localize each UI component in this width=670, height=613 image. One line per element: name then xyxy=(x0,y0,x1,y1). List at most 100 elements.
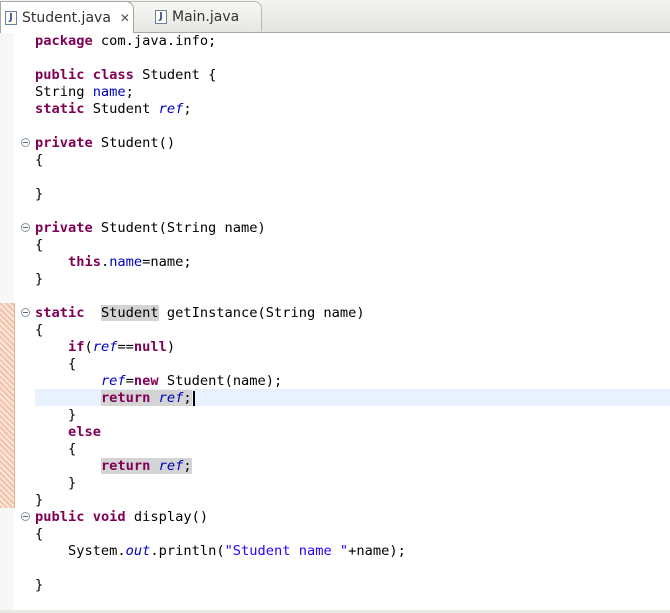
code-text: String xyxy=(35,84,93,100)
code-line: } xyxy=(35,407,76,424)
code-line: if(ref==null) xyxy=(35,339,175,356)
keyword: if xyxy=(67,339,85,355)
tab-student-java[interactable]: J Student.java ✕ xyxy=(0,1,134,33)
string-literal: "Student name " xyxy=(224,543,349,559)
keyword: else xyxy=(67,424,101,440)
code-text: { xyxy=(35,356,77,372)
static-field: ref xyxy=(158,458,184,474)
code-text: . xyxy=(100,254,110,270)
static-field: ref xyxy=(158,390,184,406)
code-line: return ref; xyxy=(35,458,192,475)
code-line: public void display() xyxy=(35,509,208,526)
code-text: Student xyxy=(84,101,159,117)
fold-collapse-icon[interactable] xyxy=(21,223,30,232)
code-line: { xyxy=(35,526,43,543)
code-text: com.java.info; xyxy=(92,33,217,49)
code-text: { xyxy=(35,152,44,168)
quick-diff-change-marker[interactable] xyxy=(0,303,15,508)
field: name xyxy=(109,254,143,270)
keyword: public xyxy=(35,509,85,525)
code-line: static Student ref; xyxy=(35,101,192,118)
code-line: return ref; xyxy=(35,390,195,407)
keyword: private xyxy=(35,135,93,151)
keyword: void xyxy=(92,509,126,525)
code-line: ref=new Student(name); xyxy=(35,373,282,390)
text-caret xyxy=(192,390,195,406)
keyword: null xyxy=(133,339,167,355)
code-text: ; xyxy=(183,101,192,117)
field: name xyxy=(92,84,126,100)
code-line: static Student getInstance(String name) xyxy=(35,305,365,322)
editor-tab-bar: J Student.java ✕ J Main.java xyxy=(0,0,670,33)
code-line: else xyxy=(35,424,101,441)
code-text: = xyxy=(125,373,134,389)
code-text: } xyxy=(35,407,77,423)
fold-collapse-icon[interactable] xyxy=(21,138,30,147)
keyword: return xyxy=(100,458,151,474)
keyword: public xyxy=(35,67,85,83)
code-text: =name; xyxy=(142,254,192,270)
code-line: System.out.println("Student name "+name)… xyxy=(35,543,406,560)
static-field: ref xyxy=(100,373,126,389)
code-text: ) xyxy=(166,339,176,355)
code-text: getInstance(String name) xyxy=(158,305,365,321)
code-line: private Student() xyxy=(35,135,175,152)
keyword: private xyxy=(35,220,93,236)
keyword: static xyxy=(35,305,85,321)
code-line: public class Student { xyxy=(35,67,216,84)
tab-main-java[interactable]: J Main.java xyxy=(128,1,262,31)
code-text: Student() xyxy=(92,135,176,151)
fold-collapse-icon[interactable] xyxy=(21,308,30,317)
code-text: ( xyxy=(84,339,93,355)
keyword: return xyxy=(100,390,151,406)
code-text: ; xyxy=(183,458,192,474)
fold-collapse-icon[interactable] xyxy=(21,512,30,521)
keyword: new xyxy=(133,373,159,389)
static-field: ref xyxy=(92,339,118,355)
code-line: } xyxy=(35,186,43,203)
occurrence-highlight: Student xyxy=(100,305,159,321)
java-file-icon: J xyxy=(155,9,167,24)
code-text: { xyxy=(35,526,44,542)
code-text: System. xyxy=(35,543,126,559)
code-line: { xyxy=(35,356,76,373)
keyword: static xyxy=(35,101,85,117)
code-text: ; xyxy=(183,390,192,406)
code-text: { xyxy=(35,322,44,338)
close-icon[interactable]: ✕ xyxy=(120,11,130,25)
code-text: } xyxy=(35,475,77,491)
code-text: Student(String name) xyxy=(92,220,266,236)
code-text: .println( xyxy=(150,543,225,559)
code-line: { xyxy=(35,152,43,169)
code-text: } xyxy=(35,186,44,202)
code-line: } xyxy=(35,577,43,594)
code-text: } xyxy=(35,492,44,508)
keyword: package xyxy=(35,33,93,49)
code-text: { xyxy=(35,441,77,457)
code-text: display() xyxy=(125,509,209,525)
code-line: } xyxy=(35,492,43,509)
static-field: ref xyxy=(158,101,184,117)
code-text: } xyxy=(35,577,44,593)
code-line: package com.java.info; xyxy=(35,33,216,50)
code-text: { xyxy=(35,237,44,253)
keyword: this xyxy=(67,254,101,270)
java-file-icon: J xyxy=(5,10,17,25)
code-line: { xyxy=(35,322,43,339)
code-line: { xyxy=(35,441,76,458)
tab-label: Student.java xyxy=(22,9,111,26)
code-line: { xyxy=(35,237,43,254)
code-line: this.name=name; xyxy=(35,254,192,271)
code-line: private Student(String name) xyxy=(35,220,266,237)
